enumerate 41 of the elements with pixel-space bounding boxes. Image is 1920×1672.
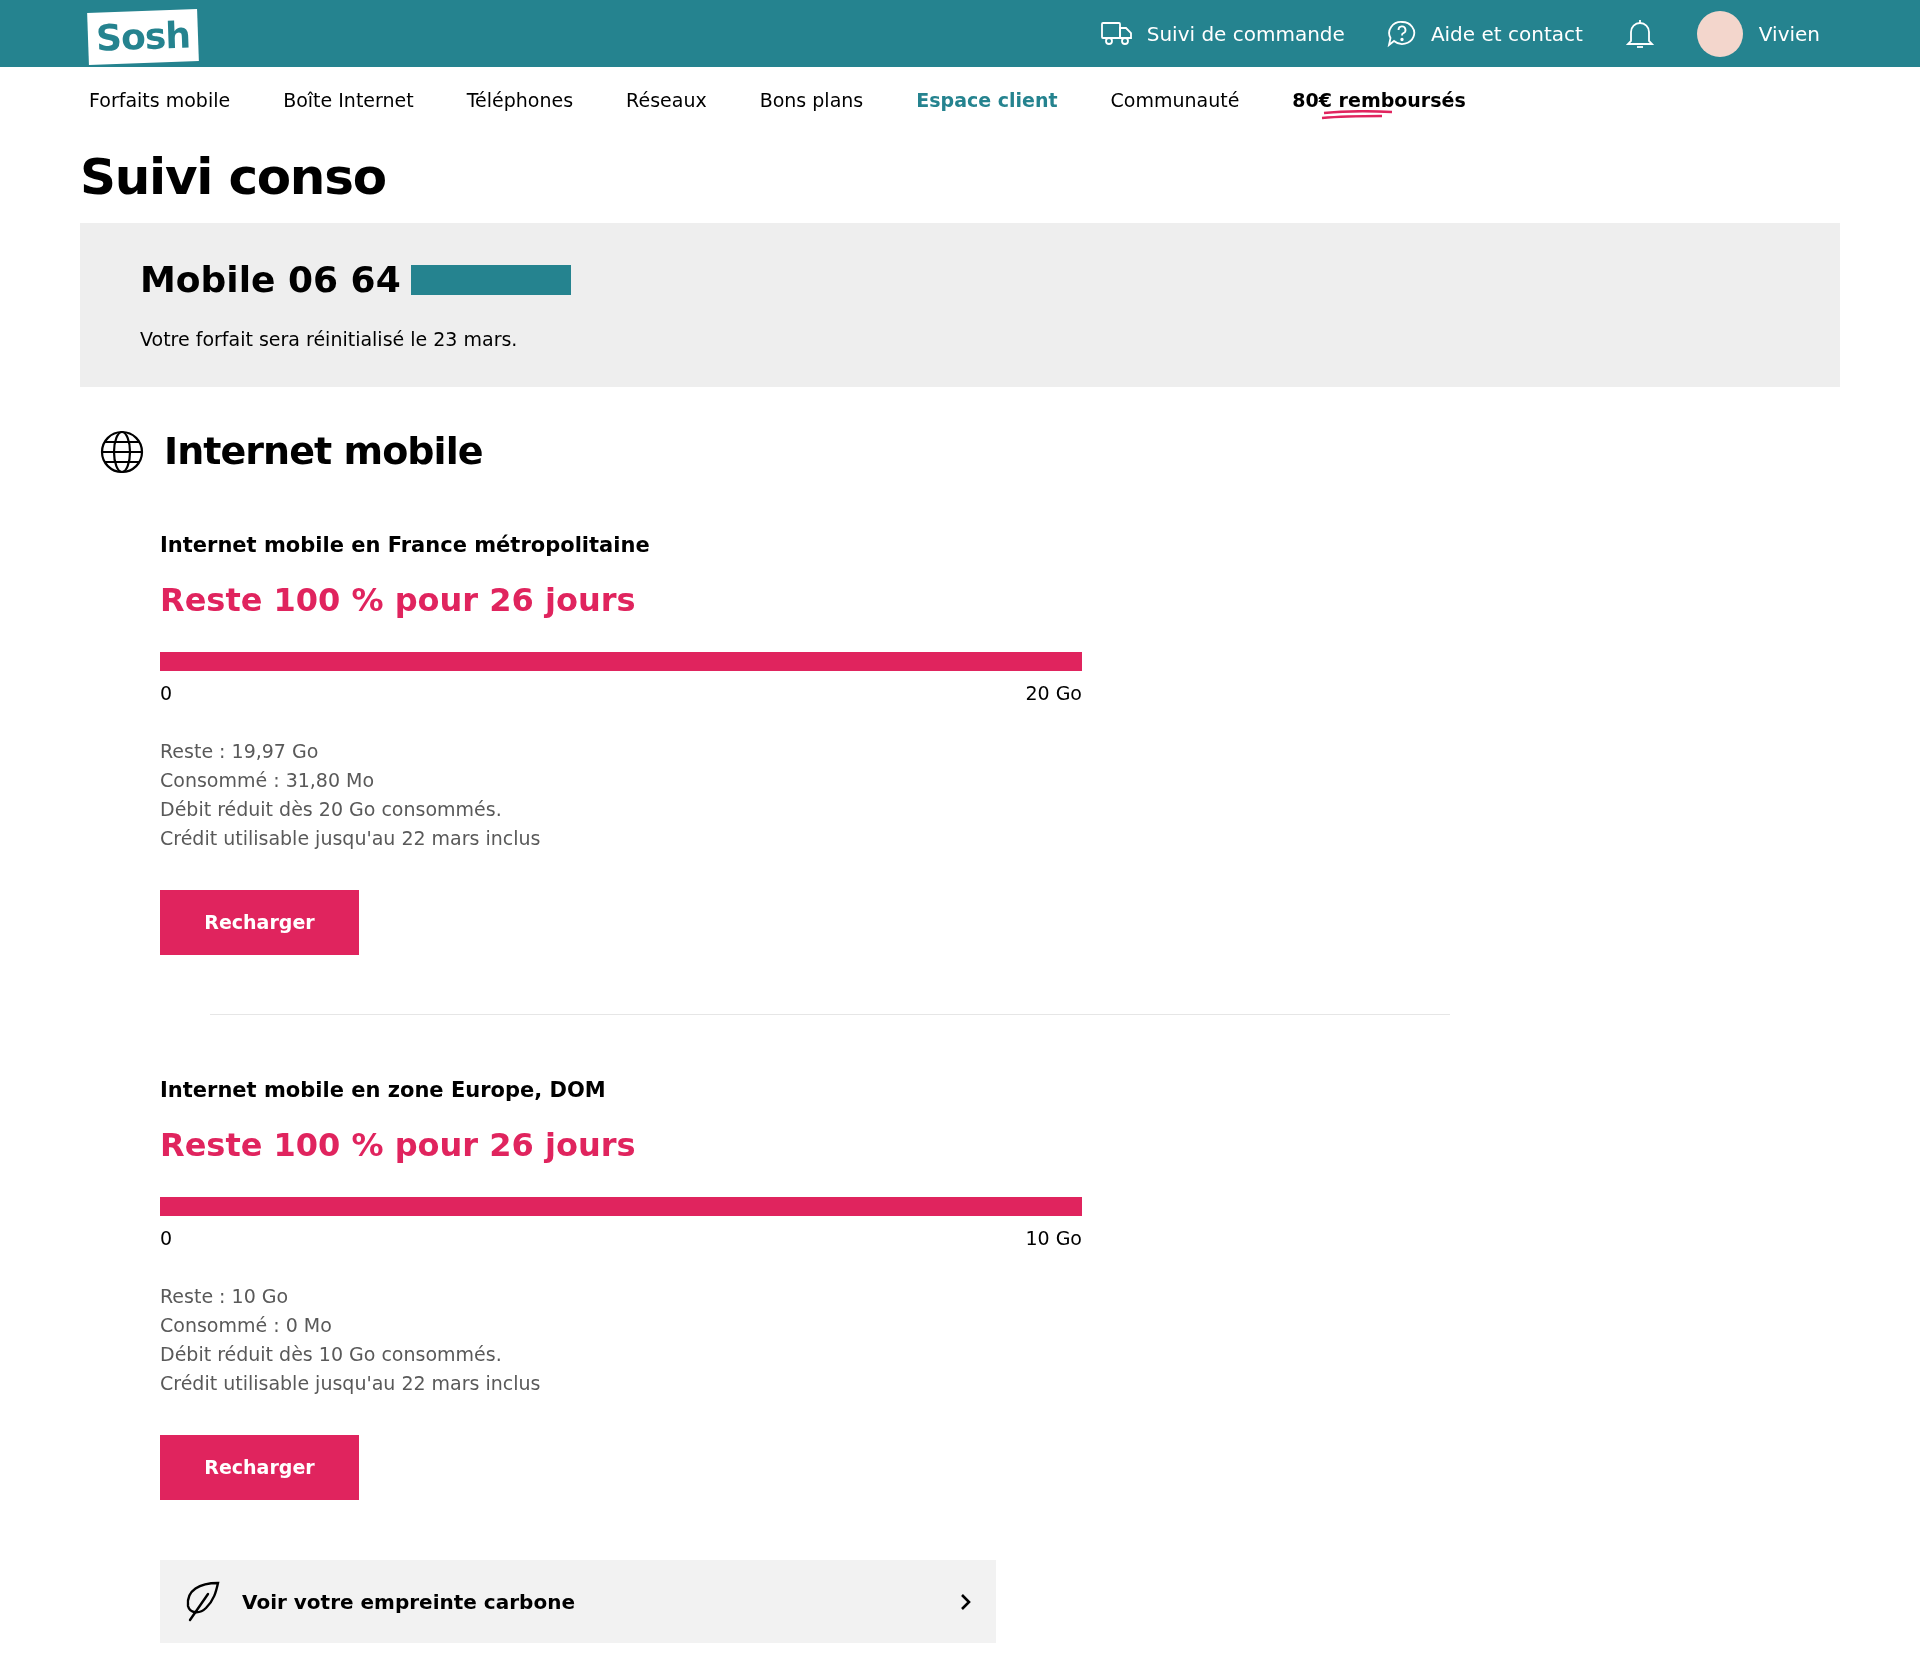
scale-max: 10 Go	[1025, 1225, 1082, 1251]
line-title: Mobile 06 64	[140, 258, 401, 302]
page-title: Suivi conso	[80, 147, 387, 208]
scale-max: 20 Go	[1025, 680, 1082, 706]
chevron-right-icon	[960, 1592, 972, 1611]
remaining-headline: Reste 100 % pour 26 jours	[160, 1124, 637, 1166]
detail-text: Consommé : 31,80 Mo	[160, 768, 376, 793]
detail-text: Crédit utilisable jusqu'au 22 mars inclus	[160, 826, 542, 851]
help-icon	[1386, 19, 1417, 48]
detail-text: Consommé : 0 Mo	[160, 1313, 333, 1338]
header-link[interactable]: Suivi de commande	[1100, 18, 1345, 49]
scale-min: 0	[160, 680, 173, 706]
detail-text: Crédit utilisable jusqu'au 22 mars inclus	[160, 1371, 542, 1396]
scale-min: 0	[160, 1225, 173, 1251]
header-link[interactable]: Aide et contact	[1386, 18, 1583, 49]
nav-link[interactable]: Espace client	[916, 85, 1058, 115]
detail-text: Reste : 19,97 Go	[160, 739, 320, 764]
remaining-headline: Reste 100 % pour 26 jours	[160, 579, 637, 621]
nav-link[interactable]: Téléphones	[466, 85, 574, 115]
nav-link[interactable]: 80€ remboursés	[1292, 85, 1466, 129]
section-title: Internet mobile	[164, 428, 483, 475]
nav-link[interactable]: Communauté	[1110, 85, 1240, 115]
recharge-button[interactable]: Recharger	[160, 890, 359, 955]
carbon-link-label: Voir votre empreinte carbone	[242, 1588, 576, 1616]
nav-link[interactable]: Réseaux	[626, 85, 707, 115]
reset-note: Votre forfait sera réinitialisé le 23 mars.	[140, 327, 519, 352]
truck-icon	[1100, 20, 1133, 47]
user-name[interactable]: Vivien	[1758, 18, 1820, 49]
detail-text: Débit réduit dès 10 Go consommés.	[160, 1342, 503, 1367]
allowance-title: Internet mobile en France métropolitaine	[160, 532, 651, 559]
nav-link[interactable]: Boîte Internet	[283, 85, 414, 115]
logo[interactable]: Sosh	[87, 8, 199, 65]
allowance-title: Internet mobile en zone Europe, DOM	[160, 1077, 607, 1104]
carbon-link-card[interactable]: Voir votre empreinte carbone	[160, 1560, 996, 1643]
detail-text: Débit réduit dès 20 Go consommés.	[160, 797, 503, 822]
recharge-button[interactable]: Recharger	[160, 1435, 359, 1500]
globe-icon	[100, 429, 144, 474]
bell-icon[interactable]	[1624, 17, 1655, 50]
nav-link[interactable]: Bons plans	[759, 85, 864, 115]
nav-link[interactable]: Forfaits mobile	[89, 85, 231, 115]
detail-text: Reste : 10 Go	[160, 1284, 290, 1309]
